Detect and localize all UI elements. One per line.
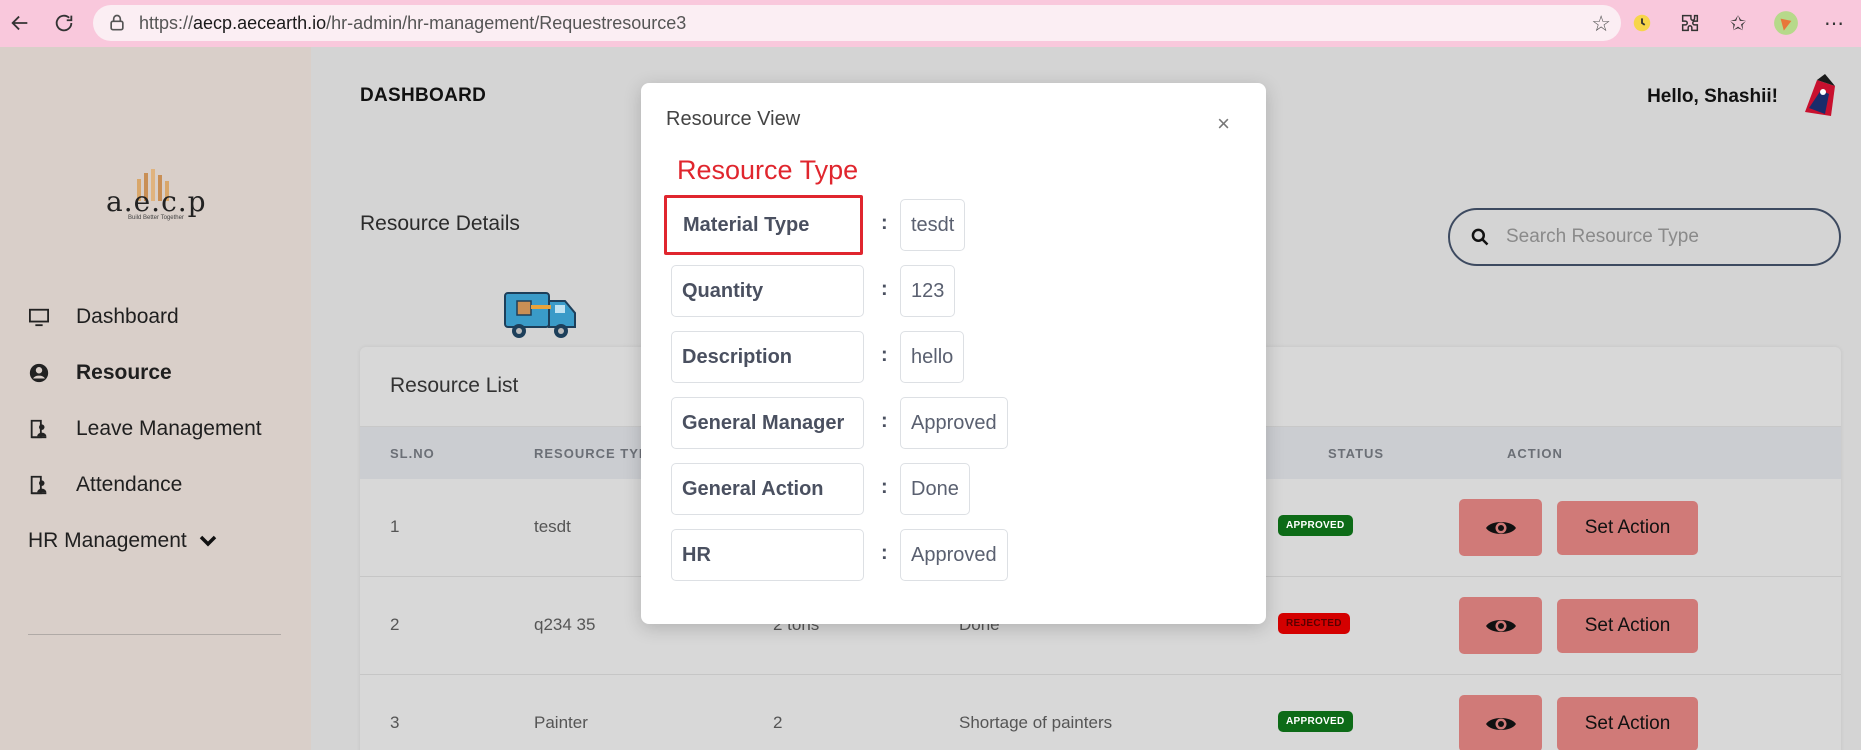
site-info-icon[interactable] (107, 13, 127, 33)
field-colon: : (881, 344, 888, 366)
sidebar-item-label: Resource (76, 361, 172, 384)
table-row: 3 Painter 2 Shortage of painters APPROVE… (360, 675, 1841, 750)
cell-slno: 1 (390, 517, 400, 536)
column-header-slno: SL.NO (390, 446, 435, 461)
status-badge: APPROVED (1278, 711, 1353, 732)
set-action-button[interactable]: Set Action (1557, 501, 1698, 555)
search-placeholder: Search Resource Type (1506, 226, 1699, 247)
cell-resource-type: q234 35 (534, 615, 596, 634)
set-action-button[interactable]: Set Action (1557, 599, 1698, 653)
more-menu-icon[interactable]: ⋯ (1817, 6, 1851, 40)
reload-icon[interactable] (44, 3, 84, 43)
field-colon: : (881, 278, 888, 300)
sidebar-divider (28, 634, 281, 635)
sidebar-item-label: Dashboard (76, 305, 179, 328)
card-title: Resource List (390, 374, 519, 397)
view-button[interactable] (1459, 695, 1542, 750)
sidebar: a.e.c.p Build Better Together Dashboard … (0, 47, 311, 750)
cell-resource-type: Painter (534, 713, 588, 732)
close-icon[interactable]: × (1217, 111, 1230, 137)
field-general-manager: General Manager : Approved (671, 397, 1231, 449)
sidebar-item-hr-management[interactable]: HR Management (28, 529, 217, 553)
field-value: tesdt (900, 199, 966, 251)
extensions-puzzle-icon[interactable] (1673, 6, 1707, 40)
chevron-down-icon (199, 534, 217, 548)
sidebar-item-leave-management[interactable]: Leave Management (28, 417, 262, 441)
field-colon: : (881, 542, 888, 564)
favorite-star-icon[interactable]: ☆ (1591, 11, 1611, 37)
cell-description: Shortage of painters (959, 713, 1113, 732)
section-title: Resource Details (360, 212, 520, 235)
profile-icon[interactable] (1769, 6, 1803, 40)
browser-toolbar: https://aecp.aecearth.io/hr-admin/hr-man… (0, 0, 1861, 47)
field-description: Description : hello (671, 331, 1231, 383)
sidebar-item-resource[interactable]: Resource (28, 361, 172, 385)
cell-slno: 3 (390, 713, 400, 732)
eye-icon (1485, 615, 1517, 637)
field-label: Material Type (664, 195, 863, 255)
user-greeting: Hello, Shashii! (1647, 86, 1778, 107)
sidebar-item-dashboard[interactable]: Dashboard (28, 305, 179, 329)
field-colon: : (881, 410, 888, 432)
field-value: Approved (900, 529, 1008, 581)
view-button[interactable] (1459, 499, 1542, 556)
eye-icon (1485, 713, 1517, 735)
field-label: General Action (671, 463, 864, 515)
field-colon: : (881, 212, 888, 234)
sidebar-item-label: HR Management (28, 529, 187, 552)
field-label: Quantity (671, 265, 864, 317)
field-hr: HR : Approved (671, 529, 1231, 581)
search-input[interactable]: Search Resource Type (1448, 208, 1841, 266)
user-circle-icon (28, 362, 50, 384)
id-card-icon (28, 418, 50, 440)
status-badge: REJECTED (1278, 613, 1350, 634)
eye-icon (1485, 517, 1517, 539)
modal-title: Resource View (666, 108, 801, 130)
field-value: Approved (900, 397, 1008, 449)
field-label: General Manager (671, 397, 864, 449)
modal-heading: Resource Type (677, 155, 859, 185)
url-text: https://aecp.aecearth.io/hr-admin/hr-man… (139, 12, 687, 33)
field-value: Done (900, 463, 970, 515)
view-button[interactable] (1459, 597, 1542, 654)
field-material-type: Material Type : tesdt (664, 195, 1231, 255)
truck-icon (501, 287, 581, 343)
back-icon[interactable] (0, 3, 40, 43)
column-header-resource-type: RESOURCE TYPE (534, 446, 659, 461)
status-badge: APPROVED (1278, 515, 1353, 536)
field-value: 123 (900, 265, 956, 317)
sidebar-item-label: Leave Management (76, 417, 262, 440)
monitor-icon (28, 306, 50, 328)
address-bar[interactable]: https://aecp.aecearth.io/hr-admin/hr-man… (93, 5, 1621, 41)
set-action-button[interactable]: Set Action (1557, 697, 1698, 750)
field-quantity: Quantity : 123 (671, 265, 1231, 317)
search-icon (1470, 227, 1490, 247)
field-label: Description (671, 331, 864, 383)
sidebar-item-attendance[interactable]: Attendance (28, 473, 182, 497)
avatar[interactable] (1795, 72, 1845, 122)
column-header-status: STATUS (1328, 446, 1385, 461)
field-label: HR (671, 529, 864, 581)
column-header-action: ACTION (1507, 446, 1563, 461)
cell-resource-type: tesdt (534, 517, 571, 536)
sidebar-item-label: Attendance (76, 473, 183, 496)
id-card-icon (28, 474, 50, 496)
page-title: DASHBOARD (360, 85, 487, 106)
field-general-action: General Action : Done (671, 463, 1231, 515)
cell-slno: 2 (390, 615, 400, 634)
resource-view-modal: Resource View × Resource Type Material T… (641, 83, 1266, 624)
favorites-icon[interactable]: ✩ (1721, 6, 1755, 40)
extension-timer-icon[interactable] (1625, 6, 1659, 40)
cell-quantity: 2 (773, 713, 783, 732)
field-value: hello (900, 331, 965, 383)
aecp-logo: a.e.c.p Build Better Together (104, 167, 206, 227)
field-colon: : (881, 476, 888, 498)
